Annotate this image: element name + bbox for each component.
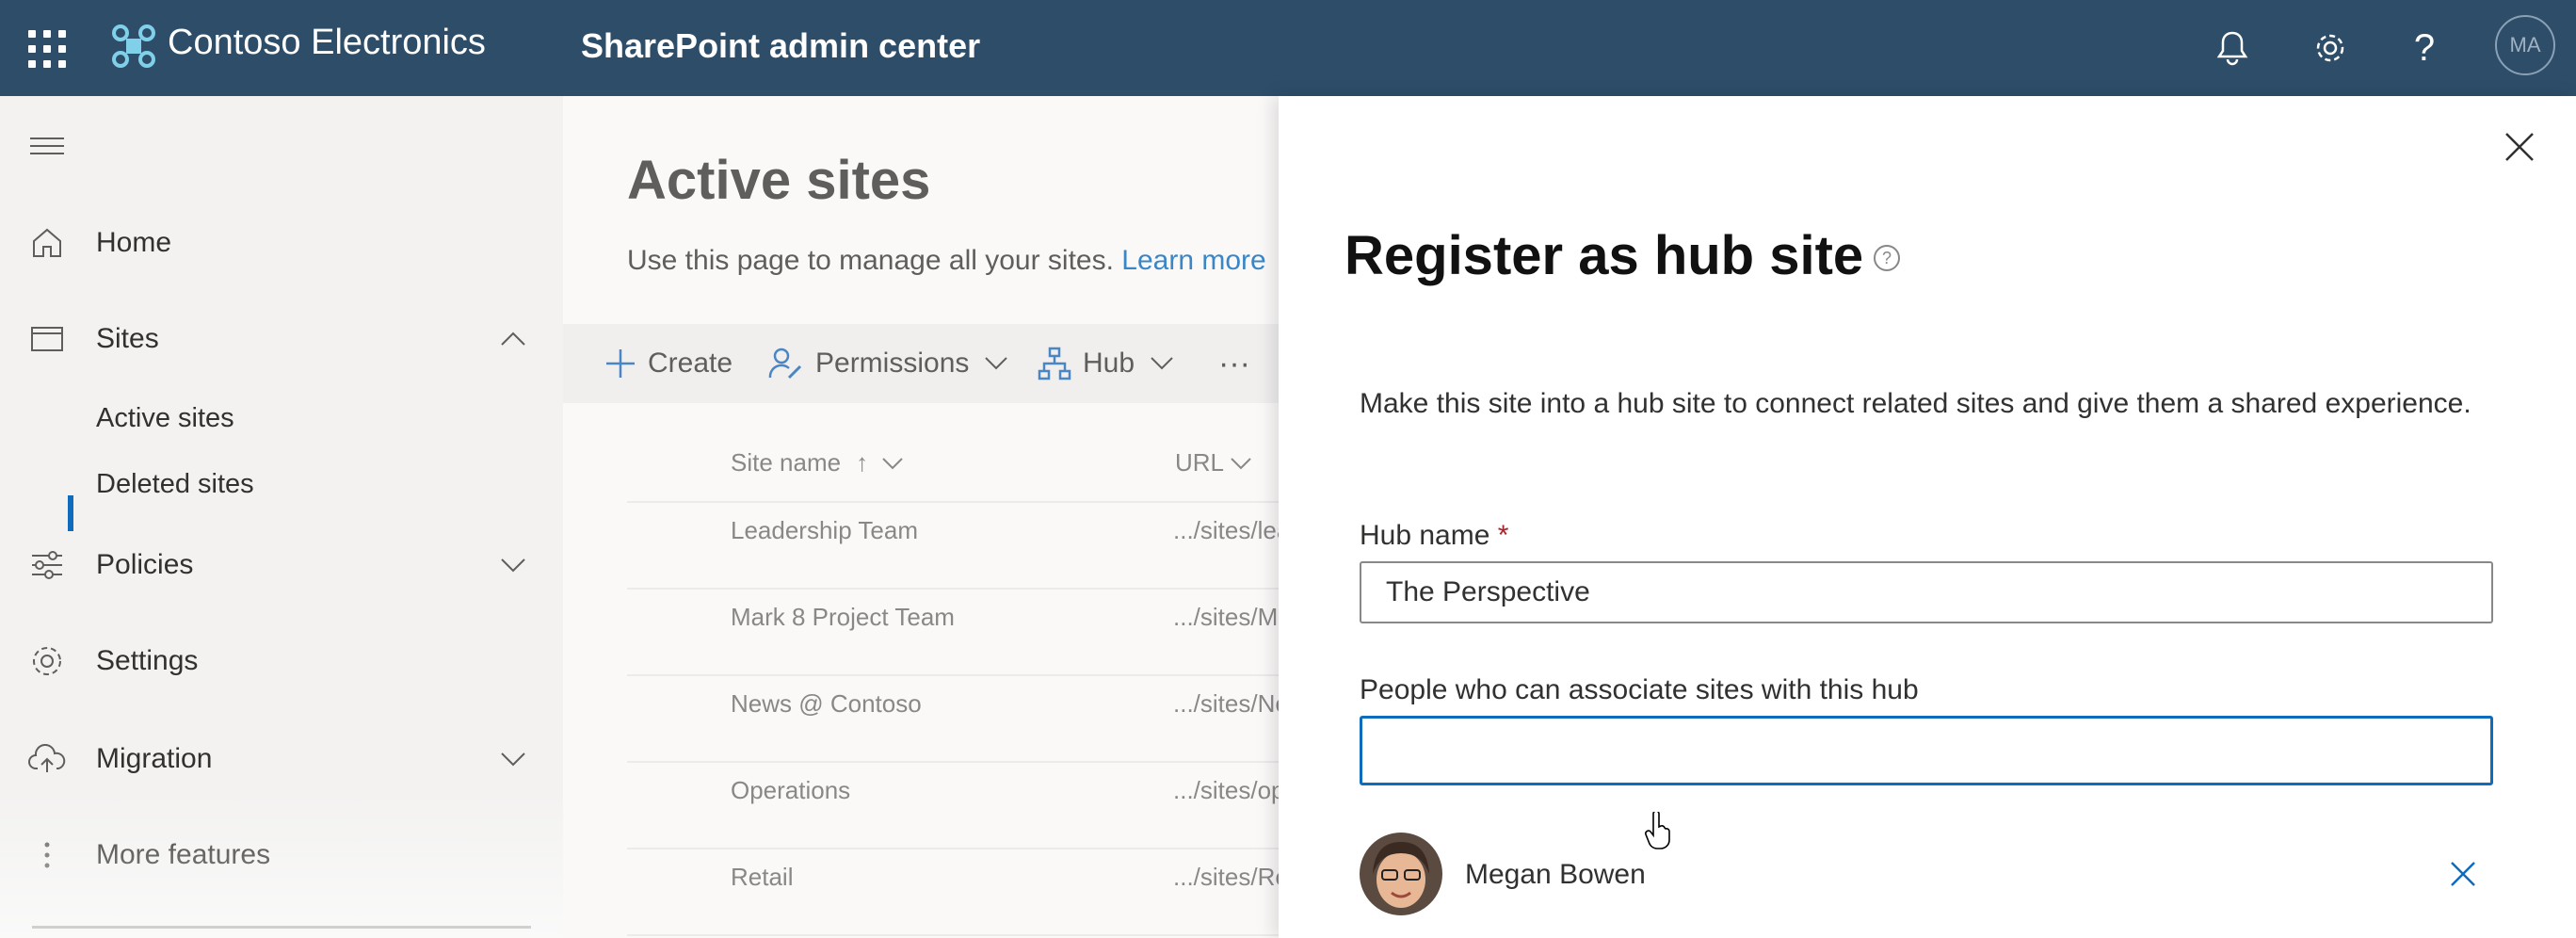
panel-description: Make this site into a hub site to connec…	[1360, 388, 2471, 419]
site-name-cell[interactable]: Leadership Team	[731, 516, 918, 545]
table-row[interactable]: Mark 8 Project Team .../sites/M	[627, 590, 1279, 676]
required-indicator: *	[1497, 520, 1509, 551]
sites-icon	[31, 327, 63, 351]
page-description: Use this page to manage all your sites. …	[627, 245, 1266, 277]
command-bar: Create Permissions Hub ···	[563, 324, 1279, 403]
collapse-nav-icon[interactable]	[30, 137, 64, 160]
create-label: Create	[648, 348, 733, 379]
avatar	[1360, 833, 1442, 915]
help-icon[interactable]: ?	[1874, 245, 1900, 271]
close-icon[interactable]	[2501, 128, 2538, 166]
chevron-down-icon[interactable]	[499, 556, 527, 574]
site-name-cell[interactable]: News @ Contoso	[731, 689, 922, 719]
column-header-site-name[interactable]: Site name ↑	[731, 448, 904, 477]
learn-more-link[interactable]: Learn more	[1121, 245, 1265, 276]
site-name-cell[interactable]: Operations	[731, 776, 850, 805]
chevron-down-icon	[1231, 457, 1251, 469]
migration-icon	[28, 744, 66, 772]
remove-person-icon[interactable]	[2448, 859, 2478, 889]
hub-button[interactable]: Hub	[1038, 324, 1185, 403]
notifications-bell-icon[interactable]	[2207, 23, 2258, 73]
permissions-button[interactable]: Permissions	[768, 324, 1020, 403]
url-cell: .../sites/Re	[1173, 863, 1289, 891]
chevron-down-icon	[1151, 357, 1173, 370]
table-row[interactable]: Retail .../sites/Re	[627, 849, 1289, 936]
more-icon	[44, 842, 50, 868]
left-navigation: Home Sites Active sites Deleted sites Po…	[0, 96, 563, 938]
nav-item-label: Home	[96, 227, 172, 258]
hand-cursor-icon	[1645, 812, 1670, 849]
help-icon[interactable]: ?	[2399, 23, 2450, 73]
contoso-logo-icon	[112, 24, 155, 68]
page-description-text: Use this page to manage all your sites.	[627, 245, 1114, 276]
hub-name-label-text: Hub name	[1360, 520, 1490, 551]
person-chip: Megan Bowen	[1360, 829, 2493, 919]
people-picker-input[interactable]	[1360, 716, 2493, 785]
nav-item-migration[interactable]: Migration	[0, 721, 563, 797]
chevron-up-icon[interactable]	[499, 330, 527, 348]
sort-ascending-icon: ↑	[856, 448, 869, 477]
site-name-cell[interactable]: Mark 8 Project Team	[731, 603, 955, 632]
chevron-down-icon[interactable]	[499, 750, 527, 768]
url-cell: .../sites/lea	[1173, 516, 1291, 544]
people-label: People who can associate sites with this…	[1360, 674, 1919, 705]
hub-name-input[interactable]: The Perspective	[1360, 561, 2493, 623]
create-button[interactable]: Create	[604, 324, 733, 403]
nav-item-policies[interactable]: Policies	[0, 527, 563, 603]
table-row[interactable]: News @ Contoso .../sites/Ne	[627, 676, 1289, 763]
nav-item-label: Settings	[96, 645, 199, 676]
column-header-label: URL	[1175, 448, 1225, 477]
nav-item-label: Sites	[96, 323, 159, 354]
chevron-down-icon	[985, 357, 1008, 370]
permissions-label: Permissions	[815, 348, 970, 379]
top-bar: Contoso Electronics SharePoint admin cen…	[0, 0, 2576, 96]
person-name: Megan Bowen	[1465, 859, 1646, 890]
nav-subitem-active-sites[interactable]: Active sites	[96, 403, 234, 434]
permissions-icon	[768, 348, 802, 380]
hub-name-label: Hub name *	[1360, 520, 1508, 552]
page-title: Active sites	[627, 150, 931, 211]
user-avatar[interactable]: MA	[2495, 15, 2555, 75]
nav-subitem-deleted-sites[interactable]: Deleted sites	[96, 469, 254, 500]
app-name[interactable]: SharePoint admin center	[581, 26, 980, 66]
nav-item-label: Migration	[96, 743, 213, 774]
column-header-label: Site name	[731, 448, 842, 477]
home-icon	[33, 228, 61, 257]
table-row[interactable]: Leadership Team .../sites/lea	[627, 503, 1290, 590]
add-icon	[606, 349, 635, 378]
column-header-url[interactable]: URL	[1175, 448, 1252, 477]
policies-icon	[32, 551, 62, 579]
table-row[interactable]: Operations .../sites/op	[627, 763, 1285, 849]
chevron-down-icon	[882, 457, 903, 469]
more-commands-button[interactable]: ···	[1218, 324, 1250, 403]
brand-name[interactable]: Contoso Electronics	[168, 23, 486, 63]
register-hub-panel: Register as hub site ? Make this site in…	[1279, 96, 2576, 938]
hub-label: Hub	[1083, 348, 1135, 379]
url-cell: .../sites/Ne	[1173, 689, 1289, 718]
nav-item-home[interactable]: Home	[0, 205, 563, 281]
url-cell: .../sites/M	[1173, 603, 1279, 631]
nav-item-sites[interactable]: Sites	[0, 301, 563, 377]
selected-indicator	[68, 495, 73, 531]
nav-divider	[32, 926, 531, 929]
settings-icon	[33, 647, 61, 675]
settings-gear-icon[interactable]	[2305, 23, 2356, 73]
app-launcher-icon[interactable]	[28, 30, 66, 68]
main-content: Active sites Use this page to manage all…	[563, 96, 1290, 938]
nav-item-more-features[interactable]: More features	[0, 817, 563, 893]
nav-item-settings[interactable]: Settings	[0, 623, 563, 699]
site-name-cell[interactable]: Retail	[731, 863, 793, 892]
nav-item-label: Policies	[96, 549, 194, 580]
nav-item-label: More features	[96, 839, 271, 870]
url-cell: .../sites/op	[1173, 776, 1285, 804]
hub-icon	[1038, 347, 1071, 380]
panel-title: Register as hub site	[1344, 225, 1864, 286]
